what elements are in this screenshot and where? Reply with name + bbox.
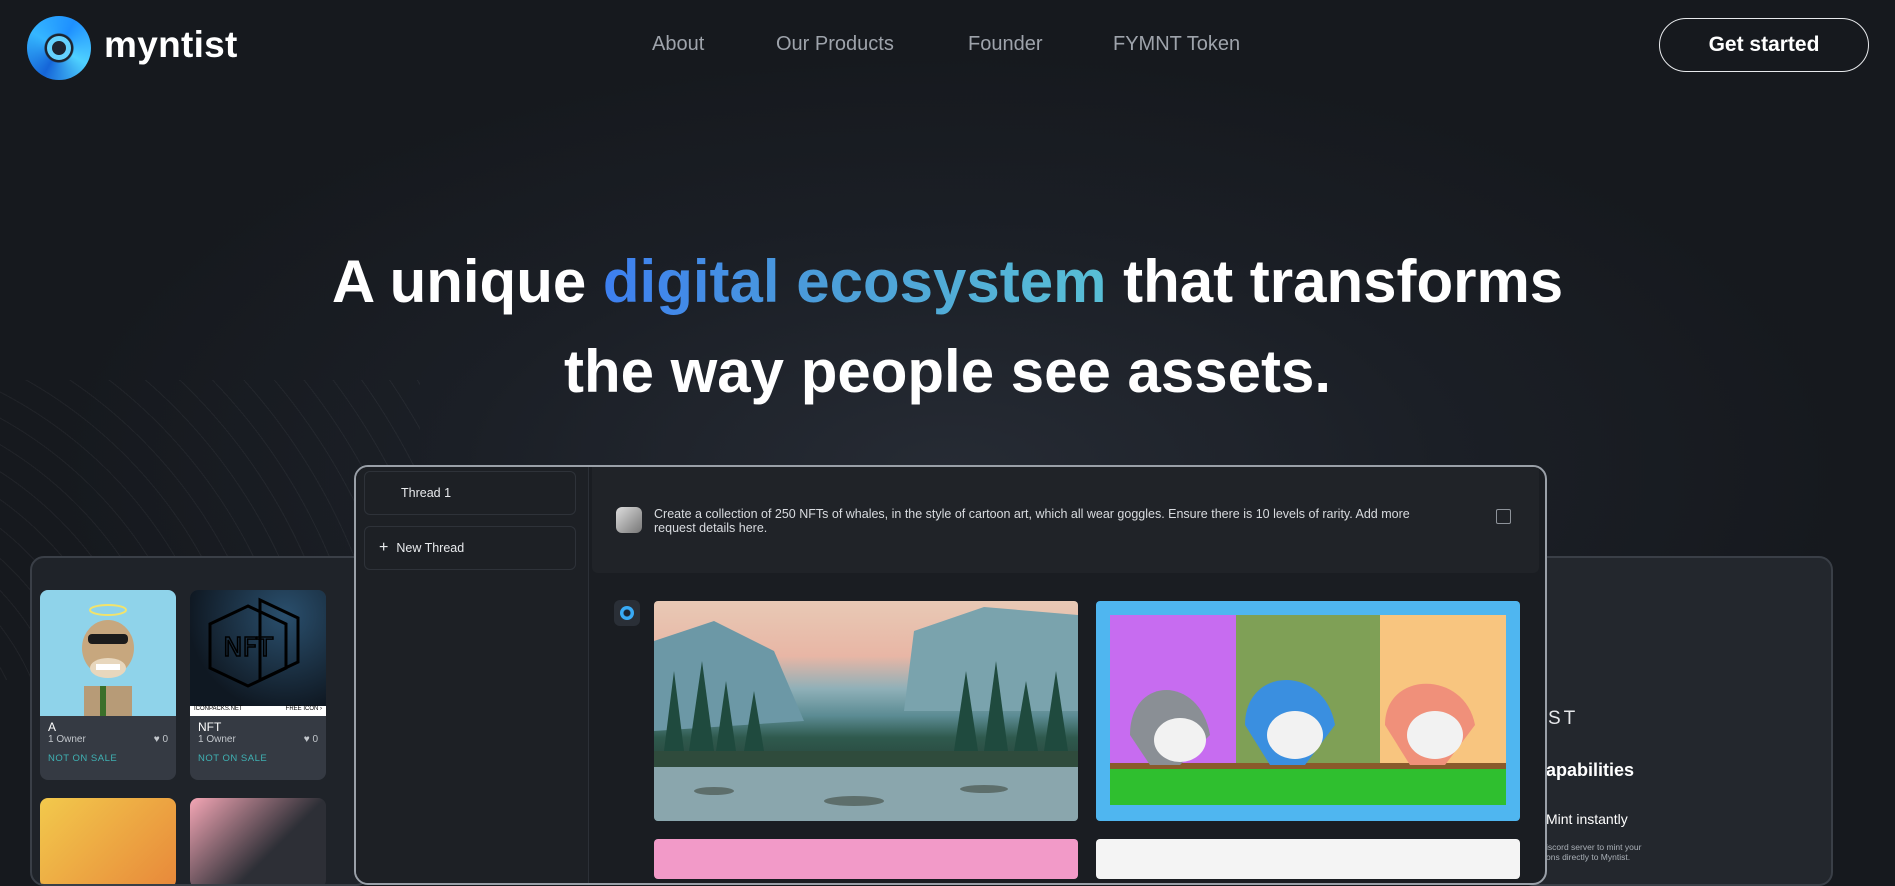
nft-likes: ♥ 0 (153, 734, 168, 745)
nft-title: A (48, 720, 57, 734)
app-window: Thread 1 + New Thread Create a collection… (354, 465, 1547, 885)
nav-about[interactable]: About (652, 33, 704, 56)
nft-icon-artwork: NFT ICONPACKS.NET FREE ICON › (190, 590, 326, 716)
edit-icon[interactable] (1496, 509, 1511, 524)
nft-card[interactable]: NFT ICONPACKS.NET FREE ICON › NFT 1 Owner… (190, 590, 326, 780)
hero-headline-line2: the way people see assets. (563, 338, 1332, 405)
nav-founder[interactable]: Founder (968, 33, 1043, 56)
thread-label: Thread 1 (401, 486, 452, 500)
nft-status: NOT ON SALE (48, 753, 118, 764)
hero-text-before: A unique (331, 248, 603, 315)
generated-image-whales[interactable] (1096, 601, 1520, 821)
nft-owner: 1 Owner (48, 734, 86, 745)
nft-status: NOT ON SALE (198, 753, 268, 764)
nft-art-text: NFT (223, 633, 273, 663)
top-navbar: myntist About Our Products Founder FYMNT… (0, 0, 1895, 92)
capabilities-panel: ST apabilities Mint instantly iscord ser… (1520, 556, 1833, 886)
panel-brand-fragment: ST (1548, 708, 1579, 729)
panel-item-desc: iscord server to mint your ons directly … (1546, 842, 1642, 862)
iconpacks-banner: ICONPACKS.NET FREE ICON › (190, 706, 326, 716)
panel-item: Mint instantly (1546, 811, 1628, 827)
generated-image-landscape[interactable] (654, 601, 1078, 821)
new-thread-label: New Thread (396, 541, 465, 555)
thread-sidebar: Thread 1 + New Thread (356, 467, 589, 883)
nft-card[interactable] (190, 798, 326, 884)
nav-our-products[interactable]: Our Products (776, 33, 894, 56)
heart-icon[interactable]: ♥ (304, 734, 310, 745)
prompt-text: Create a collection of 250 NFTs of whale… (654, 507, 1410, 535)
panel-heading: apabilities (1546, 760, 1635, 780)
nft-owner: 1 Owner (198, 734, 236, 745)
hero-headline-line1: A unique digital ecosystem that transfor… (0, 247, 1895, 316)
prompt-message: Create a collection of 250 NFTs of whale… (592, 467, 1539, 573)
nft-card[interactable] (40, 798, 176, 884)
brand-name[interactable]: myntist (104, 24, 238, 66)
get-started-button[interactable]: Get started (1659, 18, 1869, 72)
hero-text-after: that transforms (1106, 248, 1564, 315)
hero-highlight: digital ecosystem (602, 248, 1107, 315)
nft-title: NFT (198, 720, 222, 734)
plus-icon: + (379, 539, 389, 556)
myntist-logo-icon[interactable] (27, 16, 91, 80)
nft-gallery-panel: A 1 Owner ♥ 0 NOT ON SALE NFT ICONPACKS.… (30, 556, 370, 886)
nav-fymnt-token[interactable]: FYMNT Token (1113, 33, 1240, 56)
nft-card-meta: NFT 1 Owner ♥ 0 NOT ON SALE (190, 716, 326, 768)
generated-image-white[interactable] (1096, 839, 1520, 879)
bot-logo-icon (620, 606, 634, 620)
heart-icon[interactable]: ♥ (154, 734, 160, 745)
whale-artwork (1110, 615, 1507, 805)
nft-likes: ♥ 0 (303, 734, 318, 745)
nft-card[interactable]: A 1 Owner ♥ 0 NOT ON SALE (40, 590, 176, 780)
thread-item[interactable]: Thread 1 (364, 471, 576, 515)
generated-image-pink[interactable] (654, 839, 1078, 879)
user-avatar (616, 507, 642, 533)
nft-card-meta: A 1 Owner ♥ 0 NOT ON SALE (40, 716, 176, 768)
ape-artwork (40, 590, 176, 716)
new-thread-button[interactable]: + New Thread (364, 526, 576, 570)
myntist-bot-avatar (614, 600, 640, 626)
